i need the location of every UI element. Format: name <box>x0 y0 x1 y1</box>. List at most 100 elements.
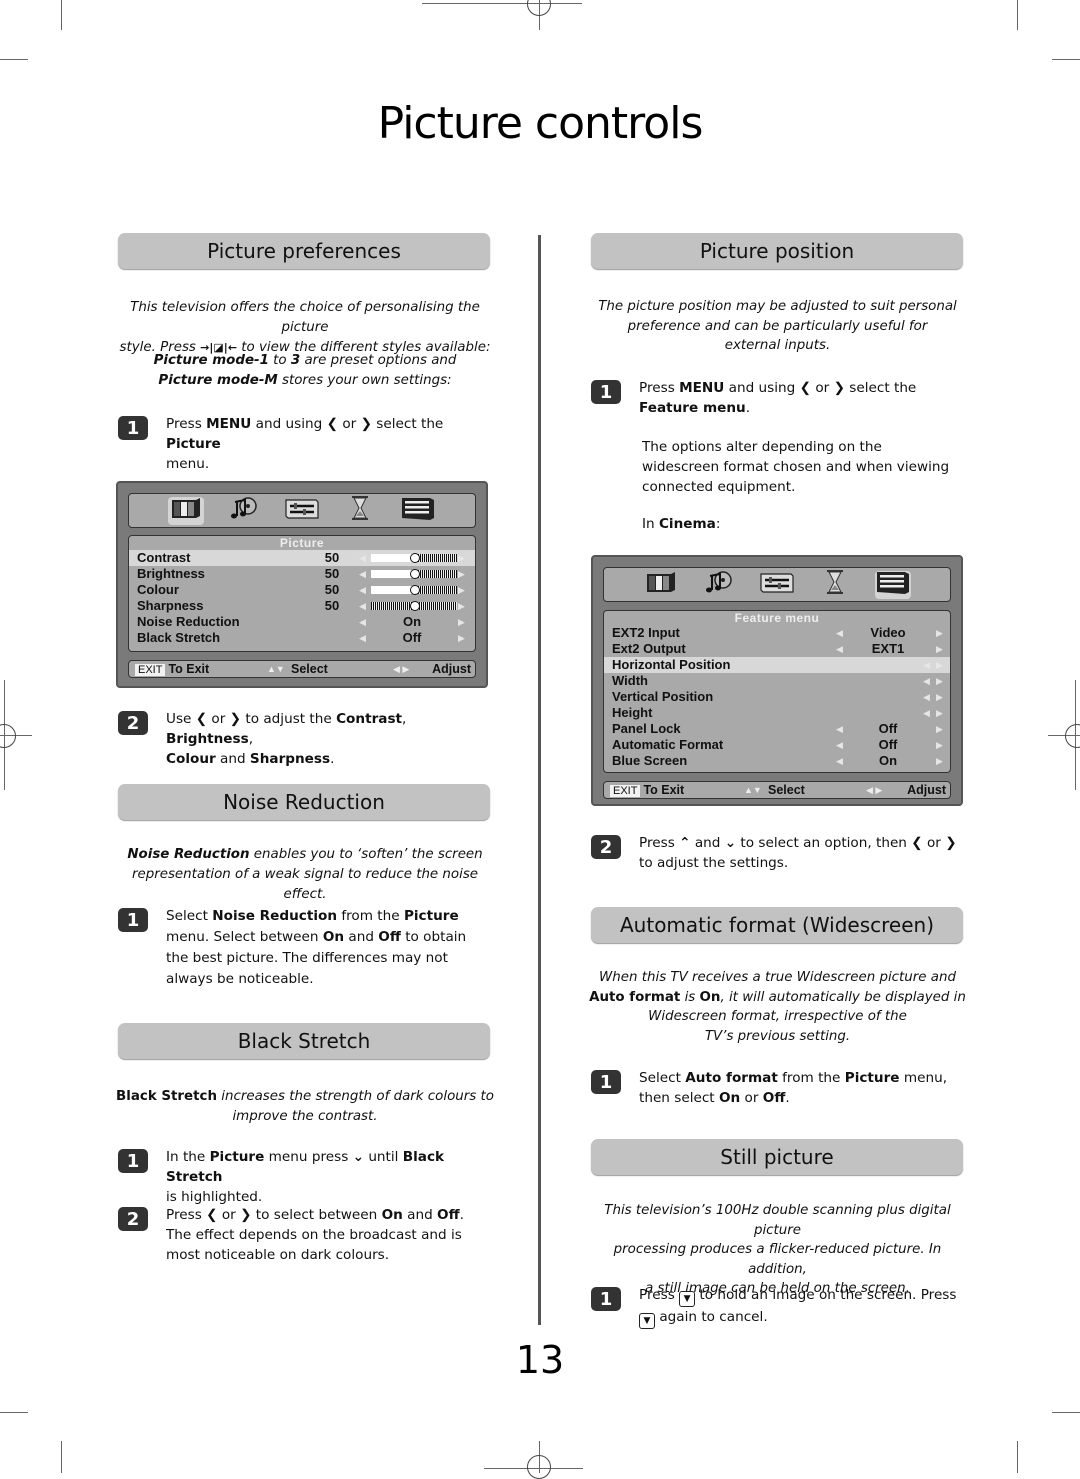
noise-reduction-intro: Noise Reduction enables you to ‘soften’ … <box>110 845 500 905</box>
arrow-left-icon: ◀ <box>836 740 843 750</box>
text: and <box>215 751 250 767</box>
menu-row[interactable]: Contrast 50 ◀ ▶ <box>129 550 475 566</box>
text: to select between <box>251 1207 382 1223</box>
menu-row[interactable]: Sharpness 50 ◀ ▶ <box>129 598 475 614</box>
menu-tab-picture[interactable] <box>643 571 679 599</box>
bold-text: Contrast <box>336 711 403 727</box>
menu-rows: Contrast 50 ◀ ▶ Brightness 50 ◀ ▶ Colour 50 ◀ ▶ Shar… <box>129 550 475 646</box>
intro-line: Noise Reduction enables you to ‘soften’ … <box>110 845 500 865</box>
step-number-badge: 1 <box>591 380 621 404</box>
menu-tab-feature[interactable] <box>400 497 436 525</box>
intro-line: preference and can be particularly usefu… <box>627 318 928 334</box>
text: to <box>268 353 291 368</box>
text: Select <box>166 908 213 924</box>
menu-tab-settings[interactable] <box>759 571 795 599</box>
step-1-picture-preferences: 1 Press MENU and using ❮ or ❯ select the… <box>118 414 490 474</box>
arrow-right-icon: ▶ <box>458 553 465 563</box>
slider-knob[interactable] <box>410 553 420 563</box>
menu-tab-sound[interactable] <box>701 571 737 599</box>
slider-fill <box>414 554 457 562</box>
menu-row[interactable]: Brightness 50 ◀ ▶ <box>129 566 475 582</box>
slider-knob[interactable] <box>410 569 420 579</box>
text: until <box>364 1149 403 1165</box>
chevron-left-icon: ❮ <box>206 1207 218 1223</box>
arrow-left-icon: ◀ <box>359 601 366 611</box>
menu-tab-sound[interactable] <box>226 497 262 525</box>
bold-text: Brightness <box>166 731 249 747</box>
text: are preset options and <box>300 353 457 368</box>
chevron-left-icon: ❮ <box>911 835 923 851</box>
picture-position-note: The options alter depending on the wides… <box>642 439 950 495</box>
step-text: Press MENU and using ❮ or ❯ select the P… <box>166 414 490 474</box>
menu-row[interactable]: Vertical Position ◀ ▶ <box>604 689 950 705</box>
bold-text: Auto format <box>685 1070 778 1086</box>
bold-text: MENU <box>206 416 252 432</box>
text: from the <box>337 908 404 924</box>
text: increases the strength of dark colours t… <box>217 1089 494 1104</box>
bold-text: Picture <box>209 1149 265 1165</box>
menu-footer: EXIT To Exit ▲▼ Select ◀ ▶ Adjust <box>128 660 476 678</box>
timer-menu-icon <box>351 495 369 526</box>
text: Press <box>639 835 680 851</box>
slider-fill <box>414 586 457 594</box>
menu-tab-timer[interactable] <box>817 570 853 599</box>
menu-row[interactable]: Height ◀ ▶ <box>604 705 950 721</box>
menu-row-value: 50 <box>324 582 340 597</box>
text: select the <box>844 380 917 396</box>
menu-row[interactable]: Black Stretch ◀ Off ▶ <box>129 630 475 646</box>
text: to adjust the settings. <box>639 855 789 871</box>
arrow-left-icon: ◀ <box>836 628 843 638</box>
menu-row-slider[interactable] <box>371 601 457 611</box>
menu-row[interactable]: Automatic Format ◀ Off ▶ <box>604 737 950 753</box>
menu-row[interactable]: Width ◀ ▶ <box>604 673 950 689</box>
slider-knob[interactable] <box>410 585 420 595</box>
text: is <box>680 989 700 1005</box>
slider-knob[interactable] <box>410 601 420 611</box>
menu-row[interactable]: Panel Lock ◀ Off ▶ <box>604 721 950 737</box>
menu-row[interactable]: EXT2 Input ◀ Video ▶ <box>604 625 950 641</box>
text: or <box>811 380 834 396</box>
text: . <box>330 751 335 767</box>
menu-tab-picture[interactable] <box>168 496 204 525</box>
left-right-arrows-icon: ◀ ▶ <box>866 785 883 795</box>
chevron-right-icon: ❯ <box>833 380 845 396</box>
intro-line: TV’s previous setting. <box>704 1028 851 1044</box>
menu-row[interactable]: Noise Reduction ◀ On ▶ <box>129 614 475 630</box>
menu-tab-settings[interactable] <box>284 497 320 525</box>
text: or <box>338 416 361 432</box>
step-text: Select Auto format from the Picture menu… <box>639 1068 966 1108</box>
chevron-right-icon: ❯ <box>360 416 372 432</box>
menu-row-label: Colour <box>137 582 179 597</box>
text: and using <box>251 416 327 432</box>
picture-modes-note: Picture mode-1 to 3 are preset options a… <box>110 351 500 391</box>
menu-row[interactable]: Ext2 Output ◀ EXT1 ▶ <box>604 641 950 657</box>
menu-row-label: Noise Reduction <box>137 614 240 629</box>
menu-row[interactable]: Colour 50 ◀ ▶ <box>129 582 475 598</box>
menu-tab-timer[interactable] <box>342 495 378 526</box>
intro-line: improve the contrast. <box>232 1109 378 1124</box>
bold-text: Picture <box>844 1070 900 1086</box>
menu-row-label: Vertical Position <box>612 689 714 704</box>
chevron-right-icon: ❯ <box>945 835 957 851</box>
step-text: Press ⌃ and ⌄ to select an option, then … <box>639 833 957 873</box>
feature-menu-icon <box>876 570 910 599</box>
menu-row-option: On <box>878 753 898 768</box>
bold-text: Noise Reduction <box>212 908 338 924</box>
step-1-noise-reduction: 1 Select Noise Reduction from the Pictur… <box>118 906 490 990</box>
menu-row-label: Brightness <box>137 566 205 581</box>
menu-row-slider[interactable] <box>371 585 457 595</box>
menu-title: Picture <box>279 536 325 550</box>
step-number-badge: 1 <box>591 1070 621 1094</box>
arrow-left-icon: ◀ <box>359 553 366 563</box>
menu-row[interactable]: Blue Screen ◀ On ▶ <box>604 753 950 769</box>
menu-row-option: Video <box>870 625 906 640</box>
step-number-badge: 2 <box>118 711 148 735</box>
arrow-left-icon: ◀ <box>923 660 930 670</box>
sound-menu-icon <box>229 496 259 525</box>
bold-text: Black Stretch <box>116 1089 217 1104</box>
menu-row[interactable]: Horizontal Position ◀ ▶ <box>604 657 950 673</box>
arrow-left-icon: ◀ <box>836 756 843 766</box>
menu-tab-feature[interactable] <box>875 570 911 599</box>
menu-row-slider[interactable] <box>371 553 457 563</box>
menu-row-slider[interactable] <box>371 569 457 579</box>
